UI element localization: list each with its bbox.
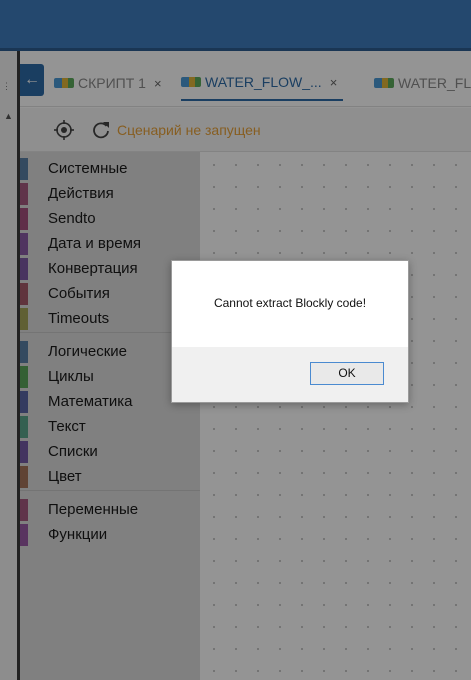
ok-button[interactable]: OK [310,362,384,385]
dialog-body: Cannot extract Blockly code! [172,261,408,347]
error-dialog: Cannot extract Blockly code! OK [171,260,409,403]
dialog-message: Cannot extract Blockly code! [213,296,367,310]
